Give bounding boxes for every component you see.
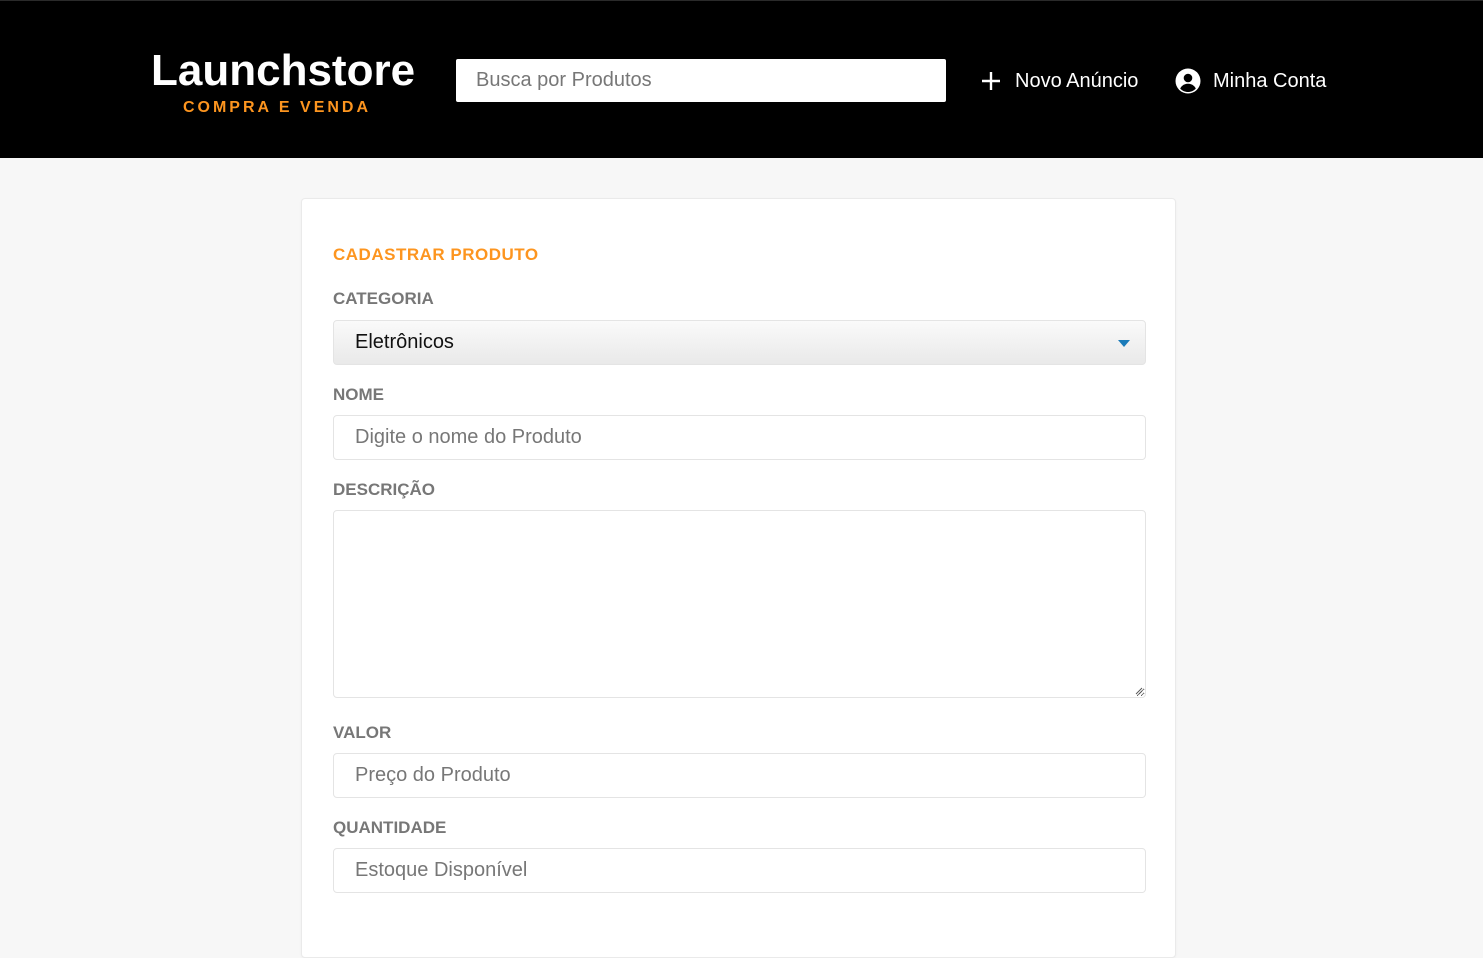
account-label: Minha Conta [1213,69,1327,92]
category-label: CATEGORIA [333,289,434,308]
resize-handle-icon[interactable] [1135,687,1143,695]
category-selected-value: Eletrônicos [355,331,454,353]
caret-down-icon [1118,340,1130,347]
plus-icon [979,69,1003,93]
form-title: CADASTRAR PRODUTO [333,245,539,264]
top-header: Launchstore COMPRA E VENDA Novo Anúncio … [0,0,1483,158]
name-field[interactable] [333,415,1146,460]
price-field[interactable] [333,753,1146,798]
price-label: VALOR [333,723,392,742]
description-textarea[interactable] [333,510,1146,698]
new-ad-link[interactable]: Novo Anúncio [979,65,1138,97]
logo-subtitle: COMPRA E VENDA [182,99,372,116]
new-ad-label: Novo Anúncio [1015,69,1139,92]
quantity-label: QUANTIDADE [333,818,447,837]
product-form-card: CADASTRAR PRODUTO CATEGORIA Eletrônicos … [301,198,1176,958]
logo[interactable]: Launchstore COMPRA E VENDA [151,45,416,118]
logo-title: Launchstore [151,46,416,95]
quantity-field[interactable] [333,848,1146,893]
category-select[interactable]: Eletrônicos [333,320,1146,365]
name-label: NOME [333,385,384,404]
account-circle-icon [1175,68,1201,94]
search-input[interactable] [456,59,946,102]
description-wrapper [333,510,1146,698]
description-label: DESCRIÇÃO [333,480,436,499]
account-link[interactable]: Minha Conta [1175,65,1326,97]
